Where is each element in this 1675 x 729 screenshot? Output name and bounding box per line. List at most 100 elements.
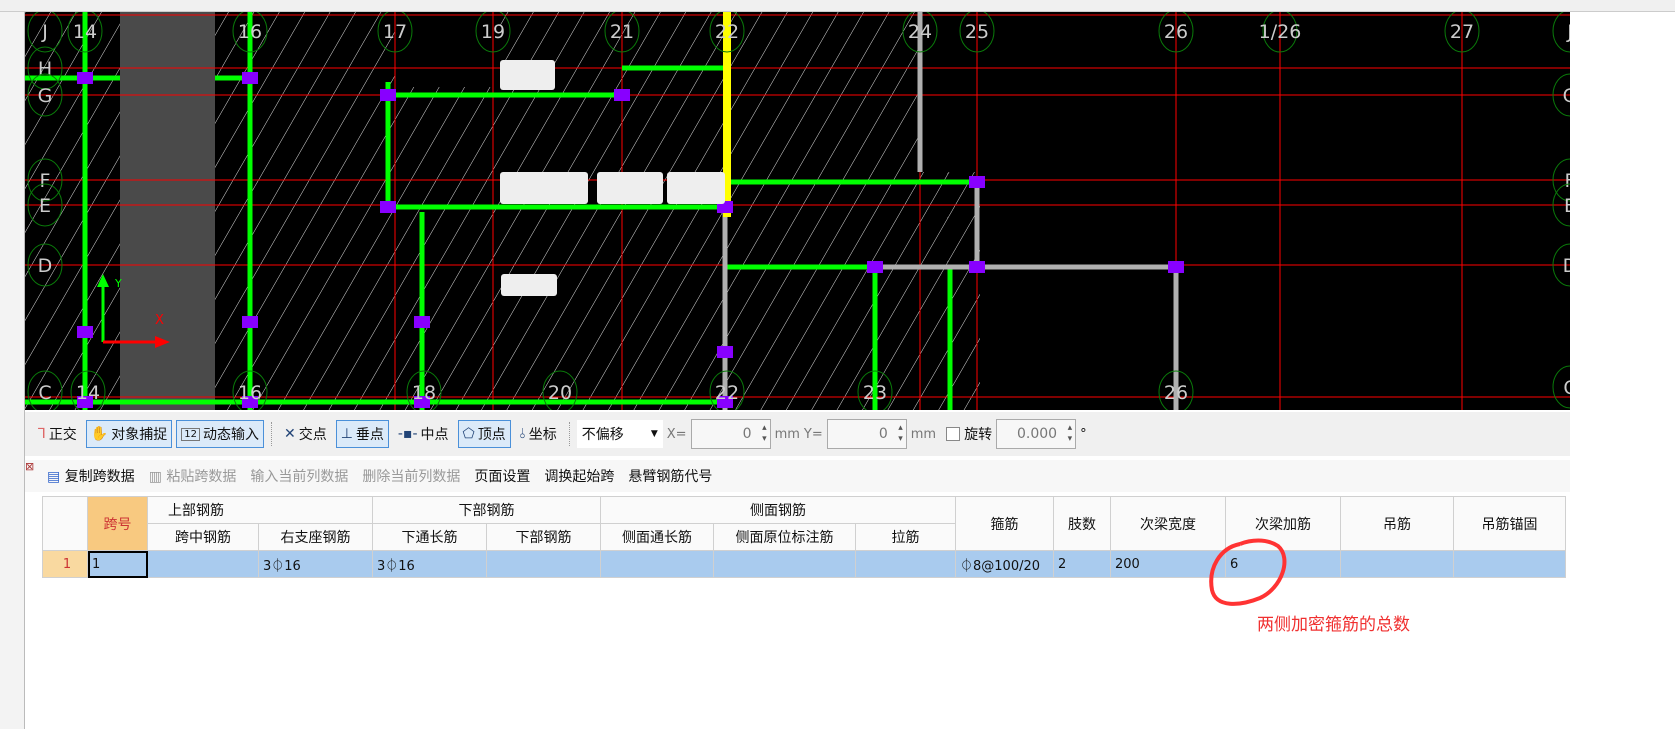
axis-label: C bbox=[1563, 377, 1570, 399]
coordinate-label: 坐标 bbox=[528, 427, 557, 443]
swap-start-button[interactable]: 调换起始跨 bbox=[544, 466, 614, 486]
ucs-x-label: X bbox=[155, 313, 164, 328]
opening-block bbox=[500, 172, 588, 204]
axis-label: 25 bbox=[965, 21, 989, 43]
opening-block bbox=[501, 274, 557, 296]
separator bbox=[270, 422, 272, 446]
axis-label: J bbox=[1566, 21, 1570, 43]
axis-label: 20 bbox=[548, 382, 572, 404]
offset-mode-select[interactable]: 不偏移 ▼ bbox=[576, 420, 663, 448]
x-input[interactable]: 0 bbox=[690, 419, 771, 449]
y-unit: mm bbox=[910, 426, 937, 442]
cell-tie[interactable] bbox=[855, 550, 956, 578]
y-input[interactable]: 0 bbox=[826, 419, 907, 449]
axis-label: C bbox=[38, 382, 51, 404]
header-right-support: 右支座钢筋 bbox=[258, 523, 373, 551]
rotate-input[interactable]: 0.000 bbox=[996, 419, 1077, 449]
opening-block bbox=[500, 60, 555, 90]
cell-bottom-through[interactable]: 3⏀16 bbox=[372, 550, 487, 578]
cell-span[interactable]: 1 bbox=[87, 550, 148, 578]
annotation-circle bbox=[1209, 538, 1287, 606]
coordinate-button[interactable]: ⫰ 坐标 bbox=[515, 420, 562, 448]
cell-stirrup[interactable]: ⏀8@100/20 bbox=[955, 550, 1054, 578]
input-column-button[interactable]: 输入当前列数据 bbox=[250, 466, 348, 486]
rotate-checkbox[interactable] bbox=[946, 427, 961, 441]
cell-hanger-anchor[interactable] bbox=[1453, 550, 1566, 578]
support-column bbox=[380, 89, 396, 101]
axis-label: 17 bbox=[383, 21, 407, 43]
support-column bbox=[717, 346, 733, 358]
ortho-label: 正交 bbox=[48, 427, 77, 443]
header-span-no: 跨号 bbox=[87, 496, 148, 551]
support-column bbox=[614, 89, 630, 101]
axis-label: F bbox=[40, 170, 51, 192]
intersection-icon: ✕ bbox=[283, 426, 296, 442]
axis-label: 18 bbox=[412, 382, 436, 404]
copy-span-button[interactable]: ▤ 复制跨数据 bbox=[47, 466, 135, 486]
midpoint-icon: -▪- bbox=[397, 426, 418, 442]
top-toolbar-strip bbox=[0, 0, 1675, 12]
page-setup-button[interactable]: 页面设置 bbox=[474, 466, 530, 486]
perpendicular-icon: ⊥ bbox=[340, 426, 353, 442]
cell-legs[interactable]: 2 bbox=[1053, 550, 1111, 578]
axis-label: G bbox=[38, 85, 53, 107]
close-panel-icon[interactable]: ⊠ bbox=[25, 460, 34, 473]
copy-icon: ▤ bbox=[47, 469, 61, 485]
object-snap-label: 对象捕捉 bbox=[111, 427, 168, 443]
offset-mode-value: 不偏移 bbox=[581, 427, 624, 443]
annotation-note: 两侧加密箍筋的总数 bbox=[1257, 615, 1410, 635]
cell-bottom-bar[interactable] bbox=[486, 550, 601, 578]
axis-label: D bbox=[38, 255, 53, 277]
axis-label: D bbox=[1563, 255, 1570, 277]
cad-canvas[interactable]: J1416171921222425261/2627HGFEDJGFEDCC141… bbox=[25, 12, 1570, 410]
axis-label: J bbox=[41, 21, 48, 43]
vertex-label: 顶点 bbox=[477, 427, 506, 443]
support-column bbox=[242, 72, 258, 84]
ortho-button[interactable]: ⅂ 正交 bbox=[33, 420, 82, 448]
support-column bbox=[969, 261, 985, 273]
header-side-through: 侧面通长筋 bbox=[600, 523, 714, 551]
support-column bbox=[1168, 261, 1184, 273]
span-table: 跨号 上部钢筋 下部钢筋 侧面钢筋 箍筋 肢数 次梁宽度 次梁加筋 吊筋 吊筋锚… bbox=[42, 496, 1566, 578]
delete-column-button[interactable]: 删除当前列数据 bbox=[362, 466, 460, 486]
cantilever-code-button[interactable]: 悬臂钢筋代号 bbox=[628, 466, 712, 486]
axis-label: F bbox=[1565, 170, 1570, 192]
cell-mid-span[interactable] bbox=[147, 550, 259, 578]
rotate-label: 旋转 bbox=[964, 427, 993, 443]
midpoint-button[interactable]: -▪- 中点 bbox=[393, 420, 454, 448]
header-stirrup: 箍筋 bbox=[955, 496, 1054, 551]
x-label: X= bbox=[666, 426, 687, 442]
snap-icon: ✋ bbox=[90, 426, 109, 442]
cell-hanger[interactable] bbox=[1340, 550, 1454, 578]
vertex-button[interactable]: ⬠ 顶点 bbox=[457, 420, 511, 448]
row-header-corner bbox=[42, 496, 88, 551]
ortho-icon: ⅂ bbox=[38, 426, 46, 442]
support-column bbox=[77, 326, 93, 338]
cell-side-through[interactable] bbox=[600, 550, 714, 578]
perpendicular-button[interactable]: ⊥ 垂点 bbox=[335, 420, 389, 448]
axis-label: E bbox=[39, 195, 51, 217]
header-mid-span: 跨中钢筋 bbox=[147, 523, 259, 551]
table-row[interactable]: 1 1 3⏀16 3⏀16 ⏀8@100/20 2 200 6 bbox=[42, 550, 1566, 578]
dynamic-input-button[interactable]: 12 动态输入 bbox=[176, 420, 264, 448]
header-group-bottom: 下部钢筋 bbox=[372, 496, 601, 524]
axis-label: H bbox=[38, 58, 52, 80]
support-column bbox=[969, 176, 985, 188]
axis-label: 21 bbox=[610, 21, 634, 43]
y-label: Y= bbox=[803, 426, 823, 442]
coordinate-icon: ⫰ bbox=[519, 426, 526, 442]
support-column bbox=[414, 316, 430, 328]
header-group-side: 侧面钢筋 bbox=[600, 496, 956, 524]
axis-label: 19 bbox=[481, 21, 505, 43]
intersection-button[interactable]: ✕ 交点 bbox=[279, 420, 332, 448]
cell-right-support[interactable]: 3⏀16 bbox=[258, 550, 373, 578]
paste-label: 粘贴跨数据 bbox=[166, 469, 237, 485]
object-snap-button[interactable]: ✋ 对象捕捉 bbox=[85, 420, 173, 448]
paste-span-button[interactable]: ▥ 粘贴跨数据 bbox=[149, 466, 237, 486]
header-tie: 拉筋 bbox=[855, 523, 956, 551]
cell-side-in-situ[interactable] bbox=[713, 550, 856, 578]
support-column bbox=[867, 261, 883, 273]
paste-icon: ▥ bbox=[148, 469, 162, 485]
degree-label: ° bbox=[1080, 426, 1087, 442]
axis-label: 24 bbox=[908, 21, 932, 43]
